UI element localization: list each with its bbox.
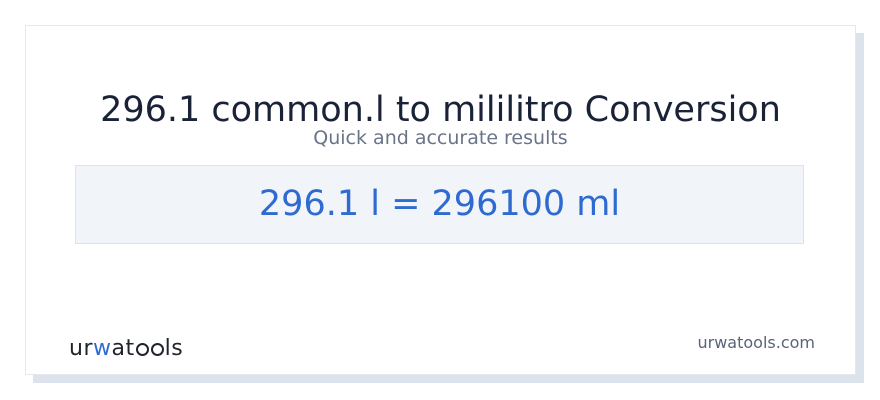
logo-eye-icon xyxy=(150,343,164,356)
brand-text-accent: w xyxy=(93,336,112,361)
brand-text-middle: at xyxy=(111,336,135,361)
brand-text-suffix: ls xyxy=(164,336,184,361)
conversion-result: 296.1 l = 296100 ml xyxy=(258,184,621,224)
page-subtitle: Quick and accurate results xyxy=(313,127,568,149)
page: 296.1 common.l to mililitro Conversion Q… xyxy=(0,0,880,400)
brand-logo[interactable]: urwat ls xyxy=(69,335,183,363)
conversion-card: 296.1 common.l to mililitro Conversion Q… xyxy=(25,25,856,375)
brand-text-prefix: ur xyxy=(69,336,93,361)
logo-eye-icon xyxy=(135,343,149,356)
result-box: 296.1 l = 296100 ml xyxy=(75,165,804,244)
site-link[interactable]: urwatools.com xyxy=(698,332,816,354)
